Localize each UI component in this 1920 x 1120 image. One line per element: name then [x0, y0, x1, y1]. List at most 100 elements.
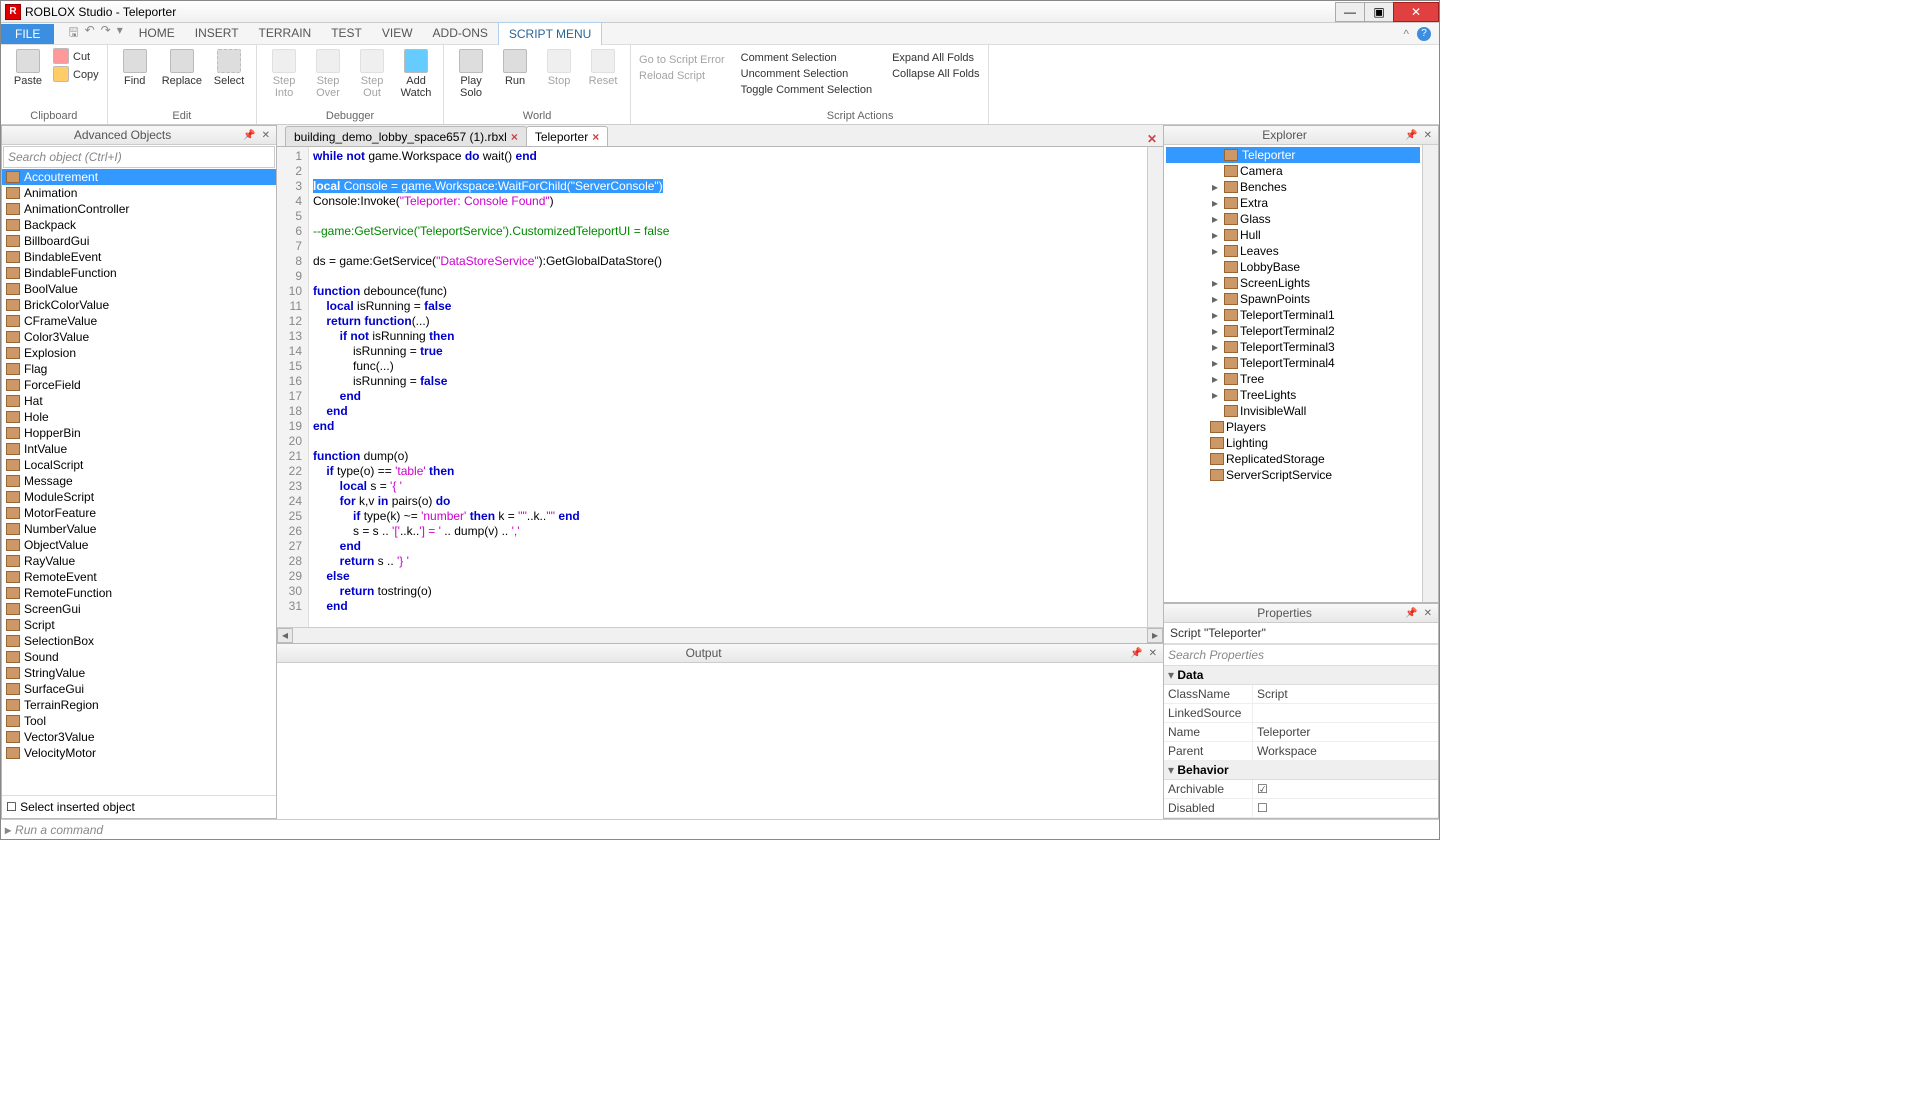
object-item[interactable]: BindableFunction	[2, 265, 276, 281]
run-button[interactable]: Run	[494, 47, 536, 89]
explorer-pin-icon[interactable]: 📌	[1405, 130, 1417, 141]
object-item[interactable]: SurfaceGui	[2, 681, 276, 697]
object-item[interactable]: BoolValue	[2, 281, 276, 297]
add-watch-button[interactable]: Add Watch	[395, 47, 437, 101]
menu-tab-test[interactable]: TEST	[321, 22, 372, 46]
object-item[interactable]: Tool	[2, 713, 276, 729]
tree-node[interactable]: ▸TreeLights	[1166, 387, 1420, 403]
help-icon[interactable]: ?	[1417, 27, 1431, 41]
menu-tab-add-ons[interactable]: ADD-ONS	[423, 22, 498, 46]
object-item[interactable]: BrickColorValue	[2, 297, 276, 313]
tree-node[interactable]: ServerScriptService	[1166, 467, 1420, 483]
paste-button[interactable]: Paste	[7, 47, 49, 89]
collapse-folds-button[interactable]: Collapse All Folds	[890, 65, 981, 81]
object-item[interactable]: NumberValue	[2, 521, 276, 537]
prop-row[interactable]: LinkedSource	[1164, 704, 1438, 723]
tree-node[interactable]: ▸SpawnPoints	[1166, 291, 1420, 307]
tree-node[interactable]: ▸Glass	[1166, 211, 1420, 227]
prop-row[interactable]: Archivable☑	[1164, 780, 1438, 799]
tree-node[interactable]: ▸Benches	[1166, 179, 1420, 195]
comment-button[interactable]: Comment Selection	[739, 49, 874, 65]
code-editor[interactable]: while not game.Workspace do wait() end l…	[309, 147, 1147, 627]
close-tab-icon[interactable]: ×	[511, 130, 518, 144]
object-item[interactable]: Backpack	[2, 217, 276, 233]
object-item[interactable]: ObjectValue	[2, 537, 276, 553]
object-item[interactable]: Color3Value	[2, 329, 276, 345]
file-tab[interactable]: building_demo_lobby_space657 (1).rbxl×	[285, 126, 527, 146]
tree-node[interactable]: Players	[1166, 419, 1420, 435]
file-tab[interactable]: Teleporter×	[526, 126, 608, 146]
tree-node[interactable]: ▸Leaves	[1166, 243, 1420, 259]
tree-node[interactable]: ReplicatedStorage	[1166, 451, 1420, 467]
select-button[interactable]: Select	[208, 47, 250, 89]
tree-node[interactable]: ▸TeleportTerminal3	[1166, 339, 1420, 355]
qat-undo-icon[interactable]: ↶	[85, 23, 95, 44]
object-search-input[interactable]: Search object (Ctrl+I)	[3, 146, 275, 168]
prop-group[interactable]: Data	[1164, 666, 1438, 685]
tree-node[interactable]: ▸ScreenLights	[1166, 275, 1420, 291]
object-item[interactable]: VelocityMotor	[2, 745, 276, 761]
explorer-vscrollbar[interactable]	[1422, 145, 1438, 602]
object-item[interactable]: Script	[2, 617, 276, 633]
explorer-close-icon[interactable]: ✕	[1424, 130, 1432, 141]
properties-pin-icon[interactable]: 📌	[1405, 608, 1417, 619]
menu-tab-home[interactable]: HOME	[129, 22, 185, 46]
editor-hscrollbar[interactable]: ◂▸	[277, 627, 1163, 643]
find-button[interactable]: Find	[114, 47, 156, 89]
object-item[interactable]: Message	[2, 473, 276, 489]
prop-row[interactable]: NameTeleporter	[1164, 723, 1438, 742]
output-pin-icon[interactable]: 📌	[1130, 648, 1142, 659]
object-item[interactable]: SelectionBox	[2, 633, 276, 649]
tree-node[interactable]: ▸TeleportTerminal4	[1166, 355, 1420, 371]
object-item[interactable]: RemoteEvent	[2, 569, 276, 585]
play-solo-button[interactable]: Play Solo	[450, 47, 492, 101]
tree-node[interactable]: ▸Extra	[1166, 195, 1420, 211]
properties-close-icon[interactable]: ✕	[1424, 608, 1432, 619]
object-item[interactable]: Explosion	[2, 345, 276, 361]
menu-tab-insert[interactable]: INSERT	[185, 22, 249, 46]
object-item[interactable]: Sound	[2, 649, 276, 665]
object-item[interactable]: ModuleScript	[2, 489, 276, 505]
menu-tab-terrain[interactable]: TERRAIN	[249, 22, 322, 46]
tree-node[interactable]: InvisibleWall	[1166, 403, 1420, 419]
object-item[interactable]: StringValue	[2, 665, 276, 681]
object-item[interactable]: MotorFeature	[2, 505, 276, 521]
object-item[interactable]: ForceField	[2, 377, 276, 393]
prop-row[interactable]: Disabled☐	[1164, 799, 1438, 818]
uncomment-button[interactable]: Uncomment Selection	[739, 65, 874, 81]
ribbon-collapse-icon[interactable]: ^	[1403, 27, 1409, 41]
expand-folds-button[interactable]: Expand All Folds	[890, 49, 981, 65]
tree-node[interactable]: Lighting	[1166, 435, 1420, 451]
qat-more-icon[interactable]: ▾	[117, 23, 123, 44]
menu-tab-view[interactable]: VIEW	[372, 22, 423, 46]
properties-search-input[interactable]: Search Properties	[1164, 644, 1438, 666]
object-item[interactable]: BillboardGui	[2, 233, 276, 249]
tree-node[interactable]: ▸TeleportTerminal2	[1166, 323, 1420, 339]
object-item[interactable]: BindableEvent	[2, 249, 276, 265]
object-item[interactable]: Animation	[2, 185, 276, 201]
menu-tab-script-menu[interactable]: SCRIPT MENU	[498, 22, 602, 46]
qat-redo-icon[interactable]: ↷	[101, 23, 111, 44]
object-item[interactable]: Hole	[2, 409, 276, 425]
tree-node[interactable]: ▸Hull	[1166, 227, 1420, 243]
object-item[interactable]: Accoutrement	[2, 169, 276, 185]
object-item[interactable]: Hat	[2, 393, 276, 409]
tree-node[interactable]: Teleporter	[1166, 147, 1420, 163]
panel-close-icon[interactable]: ✕	[262, 130, 270, 141]
close-tab-icon[interactable]: ×	[592, 130, 599, 144]
editor-vscrollbar[interactable]	[1147, 147, 1163, 627]
select-inserted-checkbox[interactable]: ☐ Select inserted object	[2, 795, 276, 818]
object-item[interactable]: IntValue	[2, 441, 276, 457]
prop-group[interactable]: Behavior	[1164, 761, 1438, 780]
object-item[interactable]: Vector3Value	[2, 729, 276, 745]
tree-node[interactable]: Camera	[1166, 163, 1420, 179]
qat-save-icon[interactable]: 🖫	[68, 23, 78, 44]
object-item[interactable]: CFrameValue	[2, 313, 276, 329]
minimize-button[interactable]: —	[1335, 2, 1365, 22]
prop-row[interactable]: ClassNameScript	[1164, 685, 1438, 704]
command-bar[interactable]: ▸Run a command	[1, 819, 1439, 839]
object-item[interactable]: LocalScript	[2, 457, 276, 473]
tree-node[interactable]: ▸Tree	[1166, 371, 1420, 387]
object-item[interactable]: TerrainRegion	[2, 697, 276, 713]
cut-button[interactable]: Cut	[51, 47, 101, 65]
